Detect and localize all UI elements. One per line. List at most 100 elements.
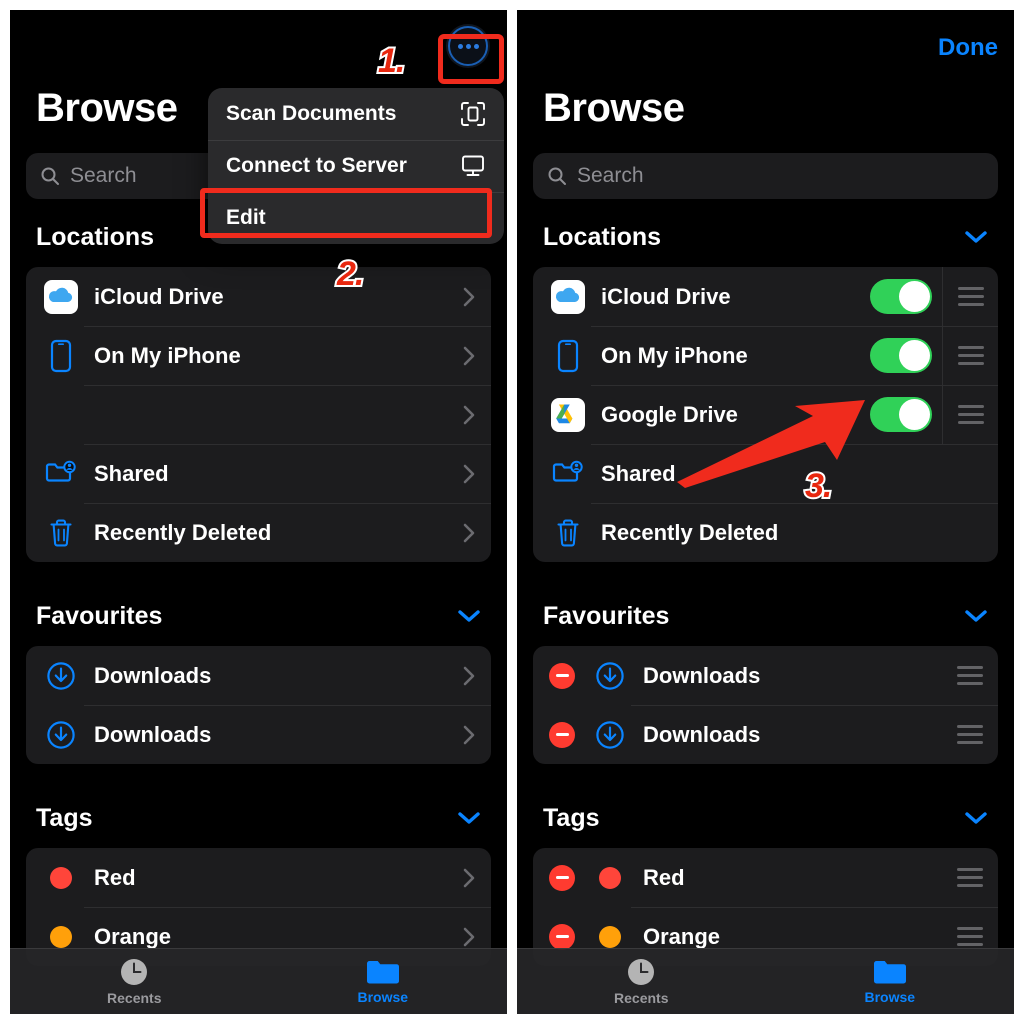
- section-title: Locations: [36, 222, 155, 251]
- list-item-label: Downloads: [643, 662, 761, 688]
- remove-item-button[interactable]: [549, 864, 575, 891]
- chevron-right-icon: [463, 868, 491, 888]
- reorder-handle-icon[interactable]: [942, 267, 998, 326]
- done-button[interactable]: Done: [938, 34, 998, 62]
- locations-list: iCloud Drive On My iPhone: [533, 267, 998, 562]
- reorder-handle-icon[interactable]: [942, 705, 998, 764]
- list-item-label: On My iPhone: [94, 342, 241, 368]
- list-item[interactable]: On My iPhone: [26, 326, 491, 385]
- tab-label: Browse: [357, 989, 409, 1005]
- list-item[interactable]: Downloads: [533, 705, 998, 764]
- list-item-label: On My iPhone: [601, 342, 748, 368]
- section-title: Locations: [543, 222, 662, 251]
- section-header-locations[interactable]: Locations: [517, 219, 1014, 255]
- chevron-down-icon[interactable]: [964, 811, 988, 825]
- menu-item-scan-documents[interactable]: Scan Documents: [208, 88, 504, 140]
- list-item[interactable]: On My iPhone: [533, 326, 998, 385]
- menu-item-label: Scan Documents: [226, 102, 397, 125]
- list-item[interactable]: Shared: [533, 444, 998, 503]
- list-item[interactable]: Downloads: [26, 646, 491, 705]
- list-item-label: Downloads: [643, 721, 761, 747]
- section-header-favourites[interactable]: Favourites: [517, 598, 1014, 634]
- list-item-label: iCloud Drive: [94, 283, 224, 309]
- clock-icon: [121, 959, 148, 985]
- chevron-right-icon: [463, 346, 491, 366]
- list-item-label: Downloads: [94, 662, 212, 688]
- list-item-label: iCloud Drive: [601, 283, 731, 309]
- annotation-step-2: 2.: [335, 253, 366, 295]
- download-circle-icon: [42, 661, 80, 691]
- list-item[interactable]: Red: [26, 848, 491, 907]
- chevron-right-icon: [463, 405, 491, 425]
- tab-label: Recents: [107, 990, 162, 1006]
- section-tags: Tags Red Orange: [10, 800, 507, 966]
- menu-item-connect-to-server[interactable]: Connect to Server: [208, 140, 504, 192]
- visibility-toggle[interactable]: [870, 397, 932, 432]
- chevron-down-icon[interactable]: [457, 811, 481, 825]
- visibility-toggle[interactable]: [870, 338, 932, 373]
- display-icon: [460, 153, 486, 179]
- menu-item-label: Connect to Server: [226, 154, 407, 177]
- list-item[interactable]: iCloud Drive: [26, 267, 491, 326]
- trash-icon: [42, 517, 80, 549]
- page-title: Browse: [543, 86, 685, 130]
- iphone-icon: [42, 339, 80, 373]
- remove-item-button[interactable]: [549, 662, 575, 689]
- trash-icon: [549, 517, 587, 549]
- search-input[interactable]: Search: [533, 153, 998, 199]
- section-favourites: Favourites Downloads Downloads: [10, 598, 507, 764]
- remove-item-button[interactable]: [549, 923, 575, 950]
- tag-dot-icon: [42, 925, 80, 948]
- visibility-toggle[interactable]: [870, 279, 932, 314]
- section-header-tags[interactable]: Tags: [10, 800, 507, 836]
- list-item[interactable]: Downloads: [26, 705, 491, 764]
- download-circle-icon: [591, 661, 629, 691]
- list-item[interactable]: Shared: [26, 444, 491, 503]
- tab-browse[interactable]: Browse: [259, 949, 508, 1014]
- left-navigation-bar: [10, 10, 507, 76]
- section-tags: Tags Red Orange: [517, 800, 1014, 966]
- side-by-side-screenshot-comparison: Browse Search Locations iCloud Drive On …: [0, 0, 1024, 1024]
- download-circle-icon: [42, 720, 80, 750]
- chevron-down-icon[interactable]: [964, 230, 988, 244]
- more-options-button[interactable]: [446, 24, 490, 68]
- bottom-tab-bar: Recents Browse: [517, 948, 1014, 1014]
- left-phone-screenshot: Browse Search Locations iCloud Drive On …: [10, 10, 507, 1014]
- reorder-handle-icon[interactable]: [942, 326, 998, 385]
- search-placeholder: Search: [70, 164, 137, 187]
- right-phone-screenshot: Done Browse Search Locations iCloud Driv…: [517, 10, 1014, 1014]
- annotation-step-3: 3.: [803, 465, 834, 507]
- search-icon: [548, 167, 566, 185]
- locations-list: iCloud Drive On My iPhone: [26, 267, 491, 562]
- tab-label: Browse: [864, 989, 916, 1005]
- chevron-down-icon[interactable]: [964, 609, 988, 623]
- list-item[interactable]: Recently Deleted: [26, 503, 491, 562]
- section-title: Tags: [543, 803, 600, 832]
- reorder-handle-icon[interactable]: [942, 848, 998, 907]
- list-item[interactable]: Google Drive: [533, 385, 998, 444]
- chevron-right-icon: [463, 464, 491, 484]
- section-header-favourites[interactable]: Favourites: [10, 598, 507, 634]
- list-item[interactable]: iCloud Drive: [533, 267, 998, 326]
- reorder-handle-icon[interactable]: [942, 646, 998, 705]
- list-item-label: Recently Deleted: [601, 519, 779, 545]
- list-item[interactable]: Downloads: [533, 646, 998, 705]
- search-icon: [41, 167, 59, 185]
- list-item[interactable]: [26, 385, 491, 444]
- google-drive-icon: [549, 397, 587, 432]
- reorder-handle-icon[interactable]: [942, 385, 998, 444]
- tab-recents[interactable]: Recents: [10, 949, 259, 1014]
- clock-icon: [628, 959, 655, 985]
- tab-browse[interactable]: Browse: [766, 949, 1015, 1014]
- menu-item-edit[interactable]: Edit: [208, 192, 504, 244]
- menu-item-label: Edit: [226, 206, 266, 229]
- icloud-drive-icon: [549, 279, 587, 314]
- remove-item-button[interactable]: [549, 721, 575, 748]
- tab-recents[interactable]: Recents: [517, 949, 766, 1014]
- chevron-right-icon: [463, 666, 491, 686]
- list-item[interactable]: Recently Deleted: [533, 503, 998, 562]
- section-header-tags[interactable]: Tags: [517, 800, 1014, 836]
- list-item-label: Recently Deleted: [94, 519, 272, 545]
- list-item[interactable]: Red: [533, 848, 998, 907]
- chevron-down-icon[interactable]: [457, 609, 481, 623]
